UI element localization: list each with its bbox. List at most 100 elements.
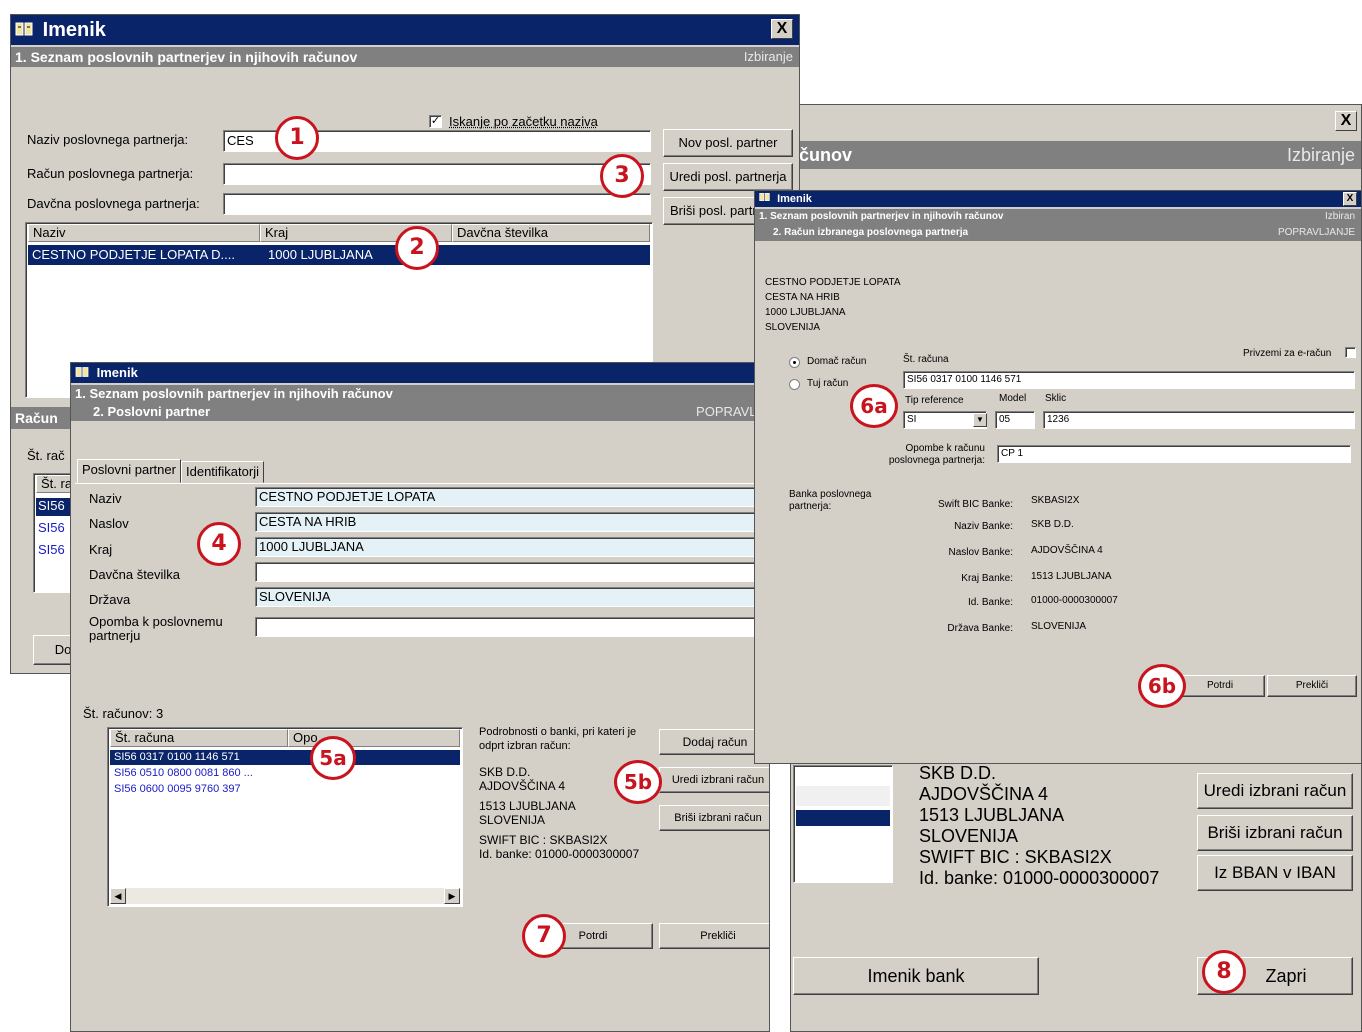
horizontal-scrollbar[interactable]: ◀ ▶ (110, 888, 460, 904)
scroll-left-icon[interactable]: ◀ (110, 888, 126, 904)
delete-account-button[interactable]: Briši izbrani račun (659, 805, 769, 831)
confirm-button[interactable]: Potrdi (1175, 675, 1265, 697)
close-button[interactable]: X (1335, 111, 1357, 131)
field-label-davcna: Davčna številka (89, 567, 181, 582)
band-mode: Izbiranje (1286, 145, 1355, 165)
accounts-list-fragment[interactable] (793, 765, 893, 883)
partner-accounts-list[interactable]: Št. računa Opo SI56 0317 0100 1146 571 S… (107, 727, 463, 907)
band-subtitle: 2. Račun izbranega poslovnega partnerja (773, 227, 969, 238)
window-titlebar: Imenik (71, 363, 769, 383)
bank-row-swift: Swift BIC Banke: (903, 499, 1013, 510)
band-mode: Izbiranje (743, 49, 793, 64)
bank-row-value: AJDOVŠČINA 4 (1031, 545, 1103, 556)
field-label-naslov: Naslov (89, 516, 129, 531)
list-item[interactable]: SI56 (36, 498, 74, 516)
partner-city: 1000 LJUBLJANA (765, 307, 846, 318)
bank-row-name: Naziv Banke: (903, 521, 1013, 532)
callout-marker: 6a (850, 384, 898, 428)
callout-marker: 5b (614, 760, 662, 804)
window-title: Imenik (42, 19, 106, 41)
partner-account-input[interactable] (223, 163, 651, 185)
account-number-input[interactable]: SI56 0317 0100 1146 571 (903, 371, 1355, 389)
band-mode: POPRAVLJ (696, 404, 763, 419)
title-band: 1. Seznam poslovnih partnerjev in njihov… (11, 47, 799, 67)
title-band: čunov Izbiranje (791, 141, 1361, 169)
partner-address: CESTA NA HRIB (765, 292, 840, 303)
bank-row-value: SKB D.D. (1031, 519, 1074, 530)
bank-row-label: Swift BIC Banke: (937, 499, 1013, 510)
bank-row-label: Naziv Banke: (954, 521, 1013, 532)
bank-info: SKB D.D. AJDOVŠČINA 4 1513 LJUBLJANA SLO… (919, 763, 1159, 889)
bban-to-iban-button[interactable]: Iz BBAN v IBAN (1197, 855, 1353, 891)
bank-id: Id. banke: 01000-0000300007 (919, 868, 1160, 888)
field-label-opomba: Opomba k poslovnemu partnerju (89, 614, 223, 643)
partner-note-field[interactable] (255, 617, 769, 637)
bank-country: SLOVENIJA (919, 826, 1019, 846)
bank-city: 1513 LJUBLJANA (919, 805, 1065, 825)
partner-address-field[interactable]: CESTA NA HRIB (255, 512, 769, 532)
tab-identifikatorji[interactable]: Identifikatorji (181, 461, 264, 483)
reference-input[interactable]: 1236 (1043, 411, 1355, 429)
partner-tax-input[interactable] (223, 193, 651, 215)
edit-partner-button[interactable]: Uredi posl. partnerja (663, 163, 793, 191)
list-item[interactable]: SI56 0600 0095 9760 397 (110, 782, 460, 797)
delete-account-button[interactable]: Briši izbrani račun (1197, 815, 1353, 851)
chevron-down-icon[interactable]: ▼ (973, 413, 987, 427)
callout-marker: 7 (522, 914, 566, 958)
bank-book-button[interactable]: Imenik bank (793, 957, 1039, 995)
bank-row-value: 01000-0000300007 (1031, 595, 1118, 606)
callout-marker: 5a (310, 736, 356, 780)
list-row-selected[interactable] (796, 810, 890, 826)
partner-edit-window: Imenik 1. Seznam poslovnih partnerjev in… (70, 362, 770, 1032)
column-header-naziv[interactable]: Naziv (28, 224, 260, 242)
ref-label: Sklic (1045, 393, 1067, 404)
bank-swift: SWIFT BIC : SKBASI2X (479, 833, 608, 847)
account-note-input[interactable]: CP 1 (997, 445, 1351, 463)
partner-summary: CESTNO PODJETJE LOPATA CESTA NA HRIB 100… (765, 275, 901, 335)
partner-country-field[interactable]: SLOVENIJA (255, 587, 769, 607)
list-item[interactable]: SI56 (36, 520, 74, 538)
domestic-account-label: Domač račun (807, 356, 867, 367)
search-start-checkbox[interactable]: ✓ (429, 115, 442, 128)
new-partner-button[interactable]: Nov posl. partner (663, 129, 793, 157)
column-header-account[interactable]: Št. računa (110, 729, 288, 747)
bank-swift: SWIFT BIC : SKBASI2X (919, 847, 1112, 867)
cell-kraj: 1000 LJUBLJANA (268, 247, 373, 262)
einvoice-checkbox[interactable] (1345, 347, 1356, 358)
tab-poslovni-partner[interactable]: Poslovni partner (77, 459, 181, 483)
edit-account-button[interactable]: Uredi izbrani račun (1197, 773, 1353, 809)
list-item[interactable]: SI56 0317 0100 1146 571 (110, 750, 460, 765)
domestic-account-radio[interactable] (789, 357, 800, 368)
bank-id: Id. banke: 01000-0000300007 (479, 847, 640, 861)
list-row-white[interactable] (796, 786, 890, 806)
foreign-account-radio[interactable] (789, 379, 800, 390)
accounts-count: Št. računov: 3 (83, 706, 164, 721)
scroll-right-icon[interactable]: ▶ (444, 888, 460, 904)
callout-marker: 1 (275, 116, 319, 160)
band-title: 1. Seznam poslovnih partnerjev in njihov… (759, 211, 1004, 222)
list-item[interactable]: SI56 (36, 542, 74, 560)
field-label-naziv: Naziv (89, 491, 122, 506)
cancel-button[interactable]: Prekliči (1267, 675, 1357, 697)
book-icon (75, 364, 89, 384)
account-edit-window: Imenik X 1. Seznam poslovnih partnerjev … (754, 190, 1362, 764)
cell-naziv: CESTNO PODJETJE LOPATA D.... (32, 247, 235, 262)
partner-tax-field[interactable] (255, 562, 769, 582)
model-input[interactable]: 05 (995, 411, 1035, 429)
close-button[interactable]: X (1343, 192, 1357, 206)
cancel-button[interactable]: Prekliči (659, 923, 769, 949)
table-row[interactable]: CESTNO PODJETJE LOPATA D.... 1000 LJUBLJ… (28, 245, 650, 265)
close-button[interactable]: X (771, 19, 793, 39)
callout-marker: 4 (197, 522, 241, 566)
partner-name-field[interactable]: CESTNO PODJETJE LOPATA (255, 487, 769, 507)
foreign-account-label: Tuj račun (807, 378, 849, 389)
edit-account-button[interactable]: Uredi izbrani račun (659, 767, 769, 793)
model-label: Model (999, 393, 1027, 404)
partner-city-field[interactable]: 1000 LJUBLJANA (255, 537, 769, 557)
bank-country: SLOVENIJA (479, 813, 546, 827)
column-header-davcna[interactable]: Davčna številka (452, 224, 650, 242)
band-mode: POPRAVLJANJE (1277, 227, 1355, 238)
bank-row-country: Država Banke: (903, 623, 1013, 634)
band-title: čunov (799, 145, 853, 165)
list-item[interactable]: SI56 0510 0800 0081 860 ... (110, 766, 460, 781)
